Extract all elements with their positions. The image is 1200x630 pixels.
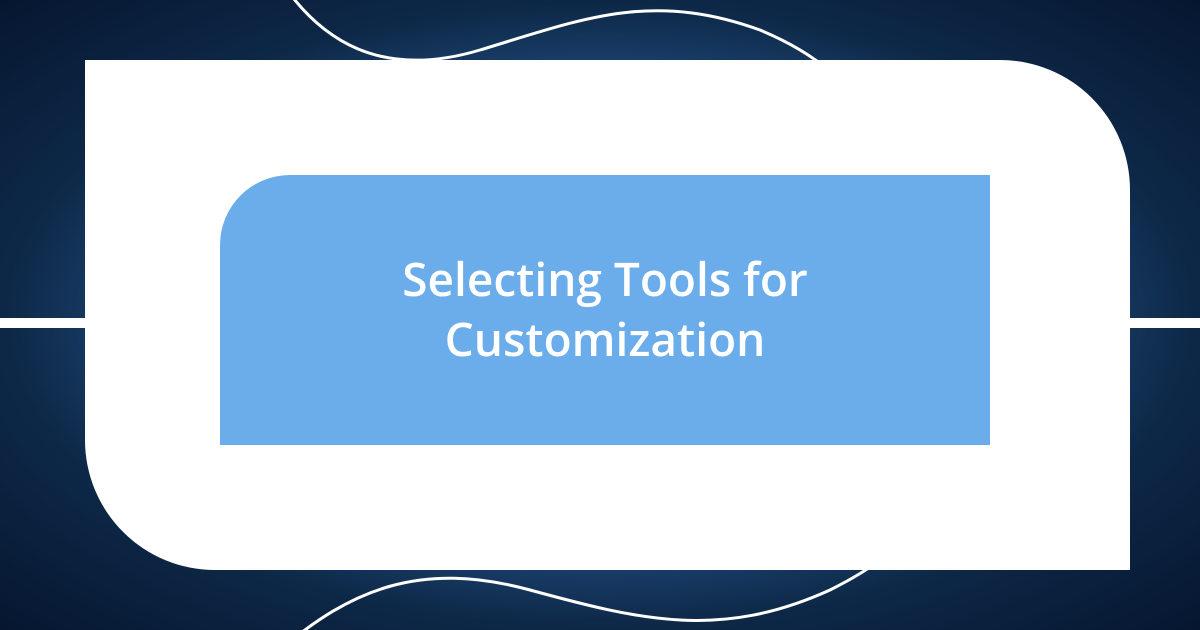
page-title: Selecting Tools for Customization <box>342 250 868 370</box>
title-line-2: Customization <box>445 308 766 370</box>
horizontal-accent-right <box>1130 318 1200 328</box>
title-line-1: Selecting Tools for <box>402 248 808 310</box>
inner-panel: Selecting Tools for Customization <box>220 175 990 445</box>
horizontal-accent-left <box>0 318 90 328</box>
